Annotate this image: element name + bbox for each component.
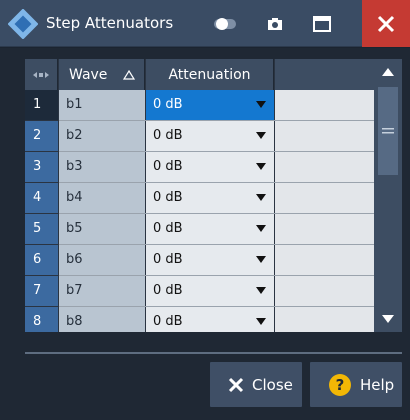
table-row[interactable]: 1 b1 0 dB	[25, 90, 375, 121]
empty-cell	[275, 121, 375, 152]
table-row[interactable]: 5 b5 0 dB	[25, 214, 375, 245]
row-number[interactable]: 8	[25, 307, 58, 332]
maximize-button[interactable]	[305, 8, 339, 40]
row-number[interactable]: 5	[25, 214, 58, 244]
table-row[interactable]: 4 b4 0 dB	[25, 183, 375, 214]
table-row[interactable]: 7 b7 0 dB	[25, 276, 375, 307]
close-button-label: Close	[252, 375, 293, 394]
empty-cell	[275, 245, 375, 276]
attenuation-value: 0 dB	[153, 252, 183, 267]
column-resize-header[interactable]	[25, 59, 58, 90]
wave-cell[interactable]: b8	[59, 307, 145, 332]
attenuation-dropdown[interactable]: 0 dB	[146, 307, 274, 332]
wave-cell[interactable]: b6	[59, 245, 145, 275]
column-resize-icon	[33, 71, 49, 78]
attenuation-value: 0 dB	[153, 314, 183, 329]
attenuation-value: 0 dB	[153, 97, 183, 112]
scroll-down-button[interactable]	[374, 306, 402, 332]
help-icon: ?	[329, 373, 351, 396]
attenuation-dropdown[interactable]: 0 dB	[146, 276, 274, 306]
table-row[interactable]: 6 b6 0 dB	[25, 245, 375, 276]
attenuation-column-header[interactable]: Attenuation	[146, 59, 274, 90]
vertical-scrollbar[interactable]	[374, 59, 402, 332]
wave-cell[interactable]: b1	[59, 90, 145, 120]
attenuation-header-label: Attenuation	[168, 66, 251, 83]
dropdown-arrow-icon[interactable]	[256, 318, 266, 325]
svg-text:?: ?	[336, 376, 345, 394]
attenuation-value: 0 dB	[153, 190, 183, 205]
header-filler	[275, 59, 375, 90]
wave-column-header[interactable]: Wave	[59, 59, 145, 90]
grip-icon	[382, 128, 394, 134]
toggle-button[interactable]	[208, 8, 242, 40]
attenuation-dropdown[interactable]: 0 dB	[146, 152, 274, 182]
close-button[interactable]: Close	[210, 362, 302, 407]
help-button[interactable]: ? Help	[310, 362, 402, 407]
empty-cell	[275, 276, 375, 307]
scroll-up-button[interactable]	[374, 59, 402, 85]
empty-cell	[275, 307, 375, 332]
dropdown-arrow-icon[interactable]	[256, 256, 266, 263]
empty-cell	[275, 90, 375, 121]
triangle-down-icon	[382, 315, 394, 323]
empty-cell	[275, 183, 375, 214]
wave-cell[interactable]: b3	[59, 152, 145, 182]
scroll-thumb[interactable]	[378, 87, 398, 175]
row-number[interactable]: 6	[25, 245, 58, 275]
attenuation-dropdown[interactable]: 0 dB	[146, 245, 274, 275]
wave-cell[interactable]: b5	[59, 214, 145, 244]
attenuation-value: 0 dB	[153, 159, 183, 174]
row-number[interactable]: 4	[25, 183, 58, 213]
attenuation-value: 0 dB	[153, 128, 183, 143]
row-number[interactable]: 7	[25, 276, 58, 306]
dropdown-arrow-icon[interactable]	[256, 194, 266, 201]
row-number[interactable]: 3	[25, 152, 58, 182]
attenuation-value: 0 dB	[153, 283, 183, 298]
attenuator-table: Wave Attenuation 1 b1 0 dB 2 b2 0 dB 3 b…	[25, 59, 402, 332]
wave-header-label: Wave	[69, 66, 108, 83]
attenuation-dropdown[interactable]: 0 dB	[146, 214, 274, 244]
row-number[interactable]: 2	[25, 121, 58, 151]
attenuation-value: 0 dB	[153, 221, 183, 236]
app-logo-icon	[8, 9, 38, 39]
maximize-icon	[313, 16, 331, 32]
wave-cell[interactable]: b4	[59, 183, 145, 213]
wave-cell[interactable]: b2	[59, 121, 145, 151]
toggle-icon	[214, 18, 236, 30]
attenuation-dropdown[interactable]: 0 dB	[146, 183, 274, 213]
screenshot-button[interactable]	[258, 8, 292, 40]
empty-cell	[275, 214, 375, 245]
camera-icon	[268, 18, 282, 30]
sort-ascending-icon	[123, 69, 136, 80]
window-title: Step Attenuators	[46, 14, 174, 32]
triangle-up-icon	[382, 68, 394, 76]
footer-divider	[25, 352, 402, 354]
table-row[interactable]: 8 b8 0 dB	[25, 307, 375, 332]
wave-cell[interactable]: b7	[59, 276, 145, 306]
row-number[interactable]: 1	[25, 90, 58, 120]
dropdown-arrow-icon[interactable]	[256, 132, 266, 139]
table-row[interactable]: 3 b3 0 dB	[25, 152, 375, 183]
close-window-button[interactable]	[362, 0, 410, 47]
help-button-label: Help	[360, 375, 395, 394]
empty-cell	[275, 152, 375, 183]
attenuation-dropdown[interactable]: 0 dB	[146, 90, 274, 120]
dropdown-arrow-icon[interactable]	[256, 101, 266, 108]
dropdown-arrow-icon[interactable]	[256, 225, 266, 232]
close-icon	[377, 15, 395, 32]
dropdown-arrow-icon[interactable]	[256, 163, 266, 170]
table-row[interactable]: 2 b2 0 dB	[25, 121, 375, 152]
attenuation-dropdown[interactable]: 0 dB	[146, 121, 274, 151]
title-bar: Step Attenuators	[0, 0, 410, 47]
close-icon	[228, 377, 244, 392]
dropdown-arrow-icon[interactable]	[256, 287, 266, 294]
